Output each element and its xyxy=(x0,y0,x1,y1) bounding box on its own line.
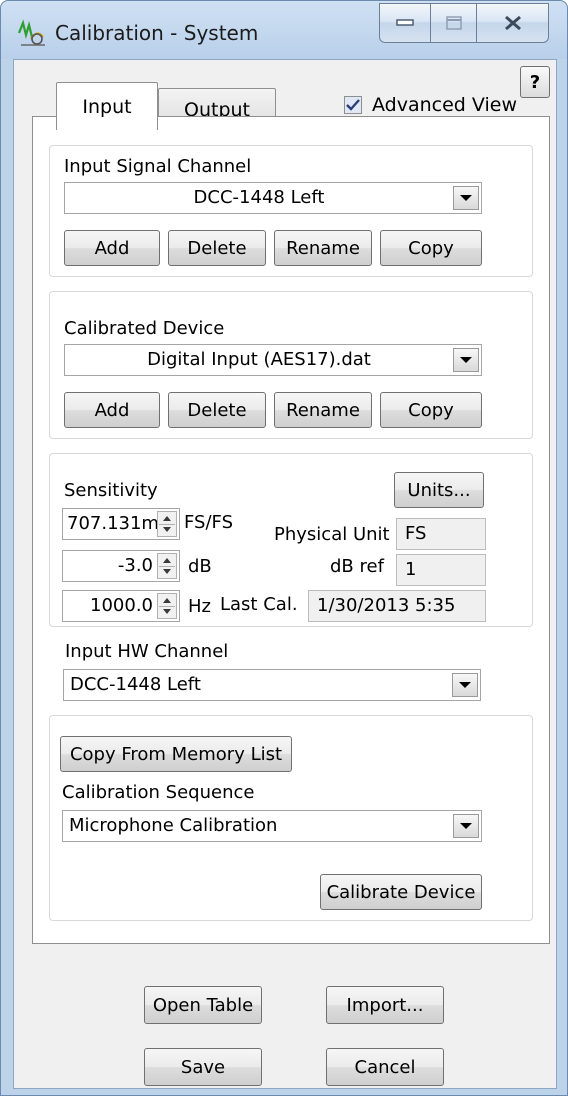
input-signal-channel-select[interactable]: DCC-1448 Left xyxy=(64,182,482,214)
input-signal-channel-label: Input Signal Channel xyxy=(64,156,252,177)
help-icon: ? xyxy=(529,71,541,93)
units-button[interactable]: Units... xyxy=(394,472,484,508)
physical-unit-field: FS xyxy=(396,518,486,550)
db-value: -3.0 xyxy=(117,555,153,576)
sensitivity-value: 707.131m xyxy=(67,513,159,534)
close-button[interactable] xyxy=(477,3,549,43)
advanced-view-checkbox[interactable]: Advanced View xyxy=(344,94,517,116)
chevron-down-icon[interactable] xyxy=(452,673,478,697)
calibration-sequence-group: Copy From Memory List Calibration Sequen… xyxy=(49,715,533,921)
calibration-sequence-select[interactable]: Microphone Calibration xyxy=(62,810,482,842)
db-ref-label: dB ref xyxy=(330,556,384,577)
maximize-button[interactable] xyxy=(431,3,477,43)
input-signal-channel-group: Input Signal Channel DCC-1448 Left Add D… xyxy=(49,145,533,277)
calibrated-device-select[interactable]: Digital Input (AES17).dat xyxy=(64,344,482,376)
save-button[interactable]: Save xyxy=(144,1048,262,1086)
copy-from-memory-list-button[interactable]: Copy From Memory List xyxy=(60,736,292,772)
spinner-arrows-icon[interactable] xyxy=(157,511,177,537)
calibration-sequence-value: Microphone Calibration xyxy=(69,815,278,836)
calibrated-device-group: Calibrated Device Digital Input (AES17).… xyxy=(49,291,533,439)
minimize-icon xyxy=(396,19,414,26)
title-bar[interactable]: Calibration - System xyxy=(1,1,567,59)
input-channel-copy-button[interactable]: Copy xyxy=(380,230,482,266)
advanced-view-label: Advanced View xyxy=(372,94,517,116)
db-ref-field: 1 xyxy=(396,554,486,586)
spinner-arrows-icon[interactable] xyxy=(157,553,177,579)
calibration-sequence-label: Calibration Sequence xyxy=(62,782,255,803)
input-tab-panel: Input Signal Channel DCC-1448 Left Add D… xyxy=(32,116,550,944)
calibration-window: Calibration - System ? Output Input Adva… xyxy=(0,0,568,1096)
chevron-down-icon[interactable] xyxy=(453,348,479,372)
input-hw-channel-select[interactable]: DCC-1448 Left xyxy=(63,669,481,701)
window-title: Calibration - System xyxy=(55,21,259,45)
physical-unit-label: Physical Unit xyxy=(274,524,390,545)
frequency-unit-label: Hz xyxy=(188,596,211,617)
input-channel-add-button[interactable]: Add xyxy=(64,230,160,266)
last-cal-field: 1/30/2013 5:35 xyxy=(308,590,486,622)
frequency-spinner[interactable]: 1000.0 xyxy=(62,590,180,622)
device-rename-button[interactable]: Rename xyxy=(274,392,372,428)
calibrated-device-label: Calibrated Device xyxy=(64,318,225,339)
sensitivity-unit-label: FS/FS xyxy=(184,512,233,533)
input-channel-delete-button[interactable]: Delete xyxy=(168,230,266,266)
dialog-client-area: ? Output Input Advanced View Input Signa… xyxy=(13,59,557,1089)
chevron-down-icon[interactable] xyxy=(453,814,479,838)
device-add-button[interactable]: Add xyxy=(64,392,160,428)
open-table-button[interactable]: Open Table xyxy=(144,986,262,1024)
device-delete-button[interactable]: Delete xyxy=(168,392,266,428)
tab-input[interactable]: Input xyxy=(56,82,158,130)
maximize-icon xyxy=(445,16,462,30)
db-value-spinner[interactable]: -3.0 xyxy=(62,550,180,582)
last-cal-label: Last Cal. xyxy=(220,594,298,615)
calibrated-device-value: Digital Input (AES17).dat xyxy=(147,349,371,370)
input-signal-channel-value: DCC-1448 Left xyxy=(193,187,325,208)
frequency-value: 1000.0 xyxy=(90,595,153,616)
sensitivity-group: Sensitivity Units... 707.131m FS/FS Phys… xyxy=(49,453,533,627)
close-icon xyxy=(504,15,521,31)
minimize-button[interactable] xyxy=(379,3,431,43)
checkmark-icon xyxy=(346,99,360,111)
device-copy-button[interactable]: Copy xyxy=(380,392,482,428)
calibrate-device-button[interactable]: Calibrate Device xyxy=(320,874,482,910)
db-unit-label: dB xyxy=(188,556,212,577)
help-button[interactable]: ? xyxy=(520,66,550,98)
cancel-button[interactable]: Cancel xyxy=(326,1048,444,1086)
input-channel-rename-button[interactable]: Rename xyxy=(274,230,372,266)
tab-input-label: Input xyxy=(82,95,132,118)
sensitivity-value-spinner[interactable]: 707.131m xyxy=(62,508,180,540)
spinner-arrows-icon[interactable] xyxy=(157,593,177,619)
input-hw-channel-value: DCC-1448 Left xyxy=(70,674,201,695)
import-button[interactable]: Import... xyxy=(326,986,444,1024)
input-hw-channel-label: Input HW Channel xyxy=(65,641,229,662)
chevron-down-icon[interactable] xyxy=(453,186,479,210)
calibration-app-icon xyxy=(17,19,45,46)
checkbox-box[interactable] xyxy=(344,96,362,114)
sensitivity-label: Sensitivity xyxy=(64,480,158,501)
